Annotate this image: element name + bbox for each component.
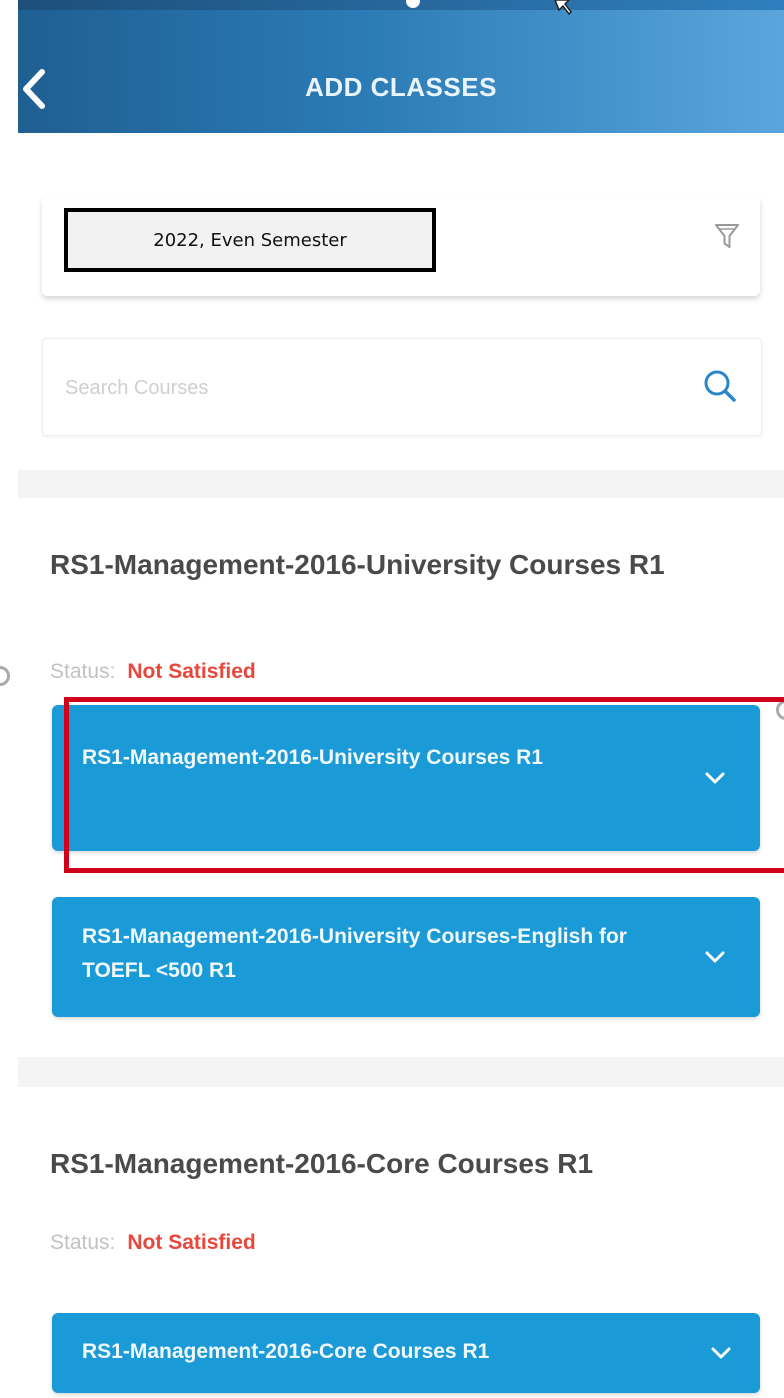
status-badge: Not Satisfied xyxy=(127,1231,256,1254)
section-divider xyxy=(18,1057,784,1087)
course-dropdown[interactable]: RS1-Management-2016-University Courses-E… xyxy=(52,897,760,1017)
search-icon[interactable] xyxy=(701,367,739,405)
course-dropdown-label: RS1-Management-2016-University Courses R… xyxy=(82,746,543,769)
app-header: ADD CLASSES xyxy=(18,0,784,133)
add-classes-screen: ADD CLASSES 2022, Even Semester RS1-Mana… xyxy=(0,0,784,1398)
course-dropdown[interactable]: RS1-Management-2016-University Courses R… xyxy=(52,705,760,851)
edge-indicator-right xyxy=(776,700,784,720)
course-dropdown-label: RS1-Management-2016-Core Courses R1 xyxy=(82,1340,490,1363)
group-title: RS1-Management-2016-Core Courses R1 xyxy=(50,1148,594,1179)
pointer-cursor-icon xyxy=(554,0,572,16)
section-divider xyxy=(18,470,784,498)
chevron-down-icon xyxy=(711,1347,731,1359)
filter-icon[interactable] xyxy=(714,222,740,250)
group-status: Status: Not Satisfied xyxy=(50,1231,256,1255)
group-title: RS1-Management-2016-University Courses R… xyxy=(50,549,665,580)
page-title: ADD CLASSES xyxy=(305,72,497,102)
status-badge: Not Satisfied xyxy=(127,660,256,683)
group-status: Status: Not Satisfied xyxy=(50,660,256,684)
course-dropdown-label: RS1-Management-2016-University Courses-E… xyxy=(82,925,627,982)
status-label: Status: xyxy=(50,660,116,683)
semester-card: 2022, Even Semester xyxy=(42,196,760,296)
semester-selector[interactable]: 2022, Even Semester xyxy=(64,208,436,272)
edge-indicator-left xyxy=(0,666,10,686)
search-input[interactable] xyxy=(63,367,627,409)
status-strip xyxy=(18,0,784,10)
chevron-down-icon xyxy=(705,772,725,784)
search-bar xyxy=(42,338,762,436)
chevron-down-icon xyxy=(705,951,725,963)
status-label: Status: xyxy=(50,1231,116,1254)
course-dropdown[interactable]: RS1-Management-2016-Core Courses R1 xyxy=(52,1313,760,1393)
